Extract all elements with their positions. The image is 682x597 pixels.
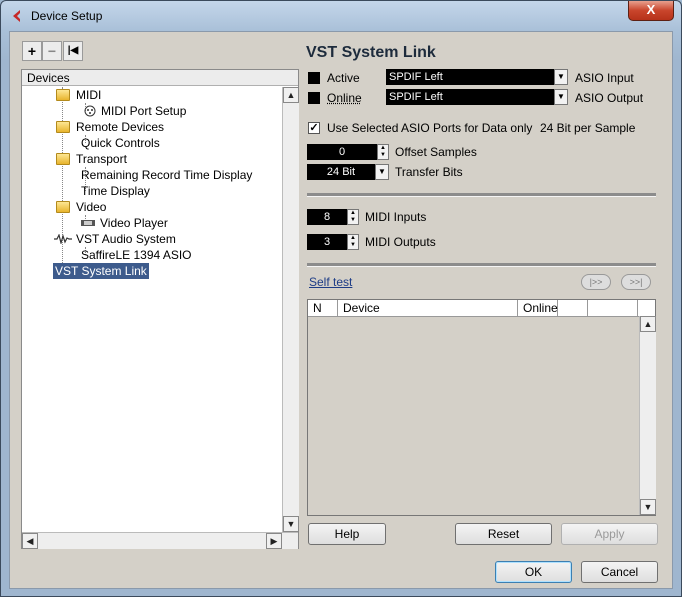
transfer-bits-label: Transfer Bits	[395, 165, 463, 179]
close-icon: X	[646, 2, 656, 17]
reset-button[interactable]: Reset	[455, 523, 552, 545]
midi-outputs-label: MIDI Outputs	[365, 235, 436, 249]
separator	[307, 263, 656, 267]
folder-icon	[56, 201, 70, 213]
separator	[307, 193, 656, 197]
scroll-right-icon[interactable]: ▶	[266, 533, 282, 549]
tree-item-vst-audio-system[interactable]: VST Audio System	[54, 231, 176, 247]
tree-item-label: Quick Controls	[81, 136, 160, 150]
asio-input-label: ASIO Input	[575, 71, 634, 85]
column-header-device[interactable]: Device	[338, 300, 518, 316]
folder-icon	[56, 89, 70, 101]
tree-item-transport[interactable]: Transport	[56, 151, 127, 167]
table-header: N Device Online	[308, 300, 655, 317]
column-header-n[interactable]: N	[308, 300, 338, 316]
tree-item-vst-system-link[interactable]: VST System Link	[53, 263, 149, 279]
scroll-down-icon[interactable]: ▼	[640, 499, 656, 515]
tree-item-label: Remote Devices	[76, 120, 165, 134]
plus-icon: +	[27, 43, 37, 59]
reset-device-button[interactable]: |◀	[63, 41, 83, 61]
chevron-down-icon[interactable]: ▼	[554, 69, 568, 85]
tree-item-quick-controls[interactable]: Quick Controls	[81, 135, 160, 151]
checkmark-icon: ✓	[309, 122, 319, 134]
reset-icon: |◀	[67, 45, 79, 56]
tree-item-video-player[interactable]: Video Player	[80, 215, 168, 231]
tree-horizontal-scrollbar[interactable]: ◀ ▶	[22, 532, 298, 549]
asio-output-value: SPDIF Left	[389, 91, 443, 103]
devices-tree-panel: Devices MIDI MIDI Port Setup Remote Devi…	[21, 69, 299, 549]
cancel-button[interactable]: Cancel	[581, 561, 658, 583]
tree-item-label: VST Audio System	[76, 232, 176, 246]
use-selected-ports-checkbox[interactable]: ✓	[308, 122, 320, 134]
skip-end-button[interactable]: >>|	[621, 274, 651, 290]
tree-item-midi-port-setup[interactable]: MIDI Port Setup	[84, 103, 186, 119]
midi-outputs-stepper[interactable]: ▲ ▼	[347, 234, 359, 250]
transfer-bits-select[interactable]: 24 Bit ▼	[307, 164, 389, 180]
column-header-spacer	[588, 300, 638, 316]
video-player-icon	[81, 220, 95, 226]
add-device-button[interactable]: +	[22, 41, 42, 61]
table-vertical-scrollbar[interactable]: ▲ ▼	[639, 316, 656, 515]
midi-inputs-stepper[interactable]: ▲ ▼	[347, 209, 359, 225]
midi-outputs-field[interactable]: 3	[307, 234, 347, 250]
audio-system-icon	[54, 234, 72, 244]
bits-per-sample-label: 24 Bit per Sample	[540, 121, 636, 135]
tree-vertical-scrollbar[interactable]: ▲ ▼	[282, 87, 299, 532]
column-header-extra[interactable]	[558, 300, 588, 316]
tree-item-label: Time Display	[81, 184, 150, 198]
transfer-bits-value: 24 Bit	[326, 166, 356, 178]
tree-item-midi[interactable]: MIDI	[56, 87, 101, 103]
midi-port-icon	[84, 105, 96, 117]
apply-button[interactable]: Apply	[561, 523, 658, 545]
self-test-link[interactable]: Self test	[309, 275, 352, 289]
online-checkbox[interactable]	[308, 92, 320, 104]
active-label: Active	[327, 71, 360, 85]
title-bar[interactable]: Device Setup	[1, 1, 681, 31]
tree-item-label: Remaining Record Time Display	[81, 168, 253, 182]
remove-device-button[interactable]: −	[42, 41, 62, 61]
step-forward-button[interactable]: |>>	[581, 274, 611, 290]
tree-item-remote-devices[interactable]: Remote Devices	[56, 119, 164, 135]
chevron-down-icon[interactable]: ▼	[554, 89, 568, 105]
system-link-table: N Device Online ▲ ▼	[307, 299, 656, 516]
chevron-down-icon[interactable]: ▼	[375, 164, 389, 180]
close-window-button[interactable]: X	[628, 1, 674, 21]
tree-item-saffire-asio[interactable]: SaffireLE 1394 ASIO	[81, 247, 192, 263]
use-selected-ports-label: Use Selected ASIO Ports for Data only	[327, 121, 533, 135]
tree-item-label: VST System Link	[55, 264, 147, 278]
asio-output-select[interactable]: SPDIF Left ▼	[386, 89, 568, 105]
asio-output-label: ASIO Output	[575, 91, 644, 105]
tree-header: Devices	[22, 70, 298, 86]
midi-inputs-field[interactable]: 8	[307, 209, 347, 225]
midi-inputs-label: MIDI Inputs	[365, 210, 427, 224]
asio-input-select[interactable]: SPDIF Left ▼	[386, 69, 568, 85]
panel-heading: VST System Link	[306, 44, 436, 61]
tree-item-label: SaffireLE 1394 ASIO	[81, 248, 192, 262]
tree-item-label: MIDI Port Setup	[101, 104, 187, 118]
tree-item-remaining-record-time[interactable]: Remaining Record Time Display	[81, 167, 252, 183]
active-checkbox[interactable]	[308, 72, 320, 84]
minus-icon: −	[47, 43, 57, 59]
offset-samples-label: Offset Samples	[395, 145, 477, 159]
scroll-up-icon[interactable]: ▲	[283, 87, 299, 103]
offset-samples-stepper[interactable]: ▲ ▼	[377, 144, 389, 160]
folder-icon	[56, 153, 70, 165]
scroll-up-icon[interactable]: ▲	[640, 316, 656, 332]
scroll-down-icon[interactable]: ▼	[283, 516, 299, 532]
asio-input-value: SPDIF Left	[389, 71, 443, 83]
skip-end-icon: >>|	[629, 277, 643, 287]
help-button[interactable]: Help	[308, 523, 386, 545]
tree-item-time-display[interactable]: Time Display	[81, 183, 150, 199]
online-label: Online	[327, 91, 362, 105]
folder-icon	[56, 121, 70, 133]
column-header-online[interactable]: Online	[518, 300, 558, 316]
tree-item-video[interactable]: Video	[56, 199, 106, 215]
devices-tree: MIDI MIDI Port Setup Remote Devices Quic…	[22, 87, 282, 533]
window-title: Device Setup	[31, 9, 103, 23]
ok-button[interactable]: OK	[495, 561, 572, 583]
offset-samples-field[interactable]: 0	[307, 144, 377, 160]
scroll-left-icon[interactable]: ◀	[22, 533, 38, 549]
step-forward-icon: |>>	[589, 277, 603, 287]
cubase-app-icon	[13, 10, 20, 22]
